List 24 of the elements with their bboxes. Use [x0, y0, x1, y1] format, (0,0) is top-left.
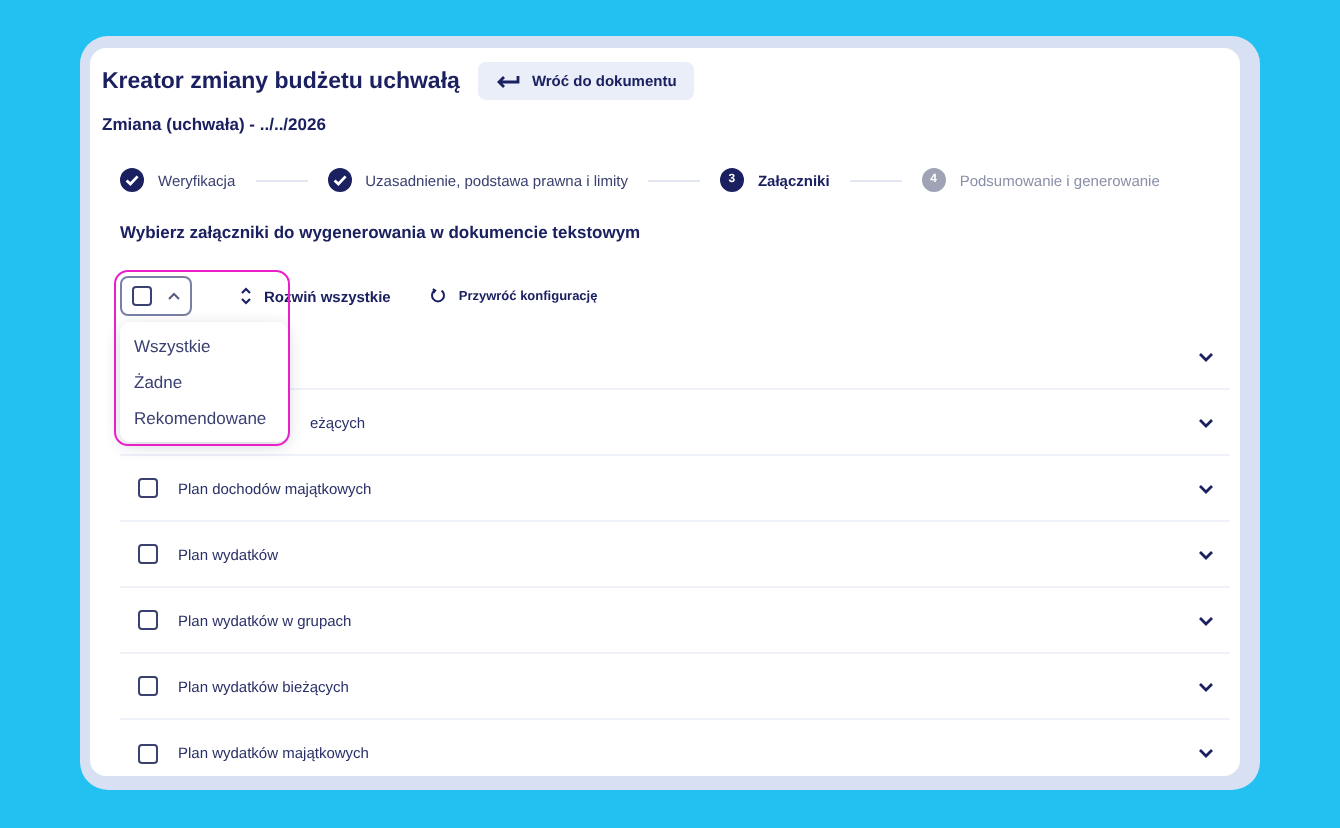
chevron-down-icon[interactable] [1198, 549, 1214, 559]
section-heading: Wybierz załączniki do wygenerowania w dokumencie tekstowym [120, 222, 643, 242]
checkbox[interactable] [138, 743, 158, 763]
menu-item[interactable]: Rekomendowane [120, 400, 288, 436]
checkbox[interactable] [138, 544, 158, 564]
chevron-down-icon[interactable] [1198, 681, 1214, 691]
select-dropdown[interactable] [120, 276, 192, 316]
checkbox[interactable] [138, 478, 158, 498]
page-title: Kreator zmiany budżetu uchwałą [102, 69, 460, 93]
checkbox[interactable] [138, 610, 158, 630]
refresh-icon [430, 288, 447, 304]
document-subtitle: Zmiana (uchwała) - ../../2026 [102, 114, 328, 134]
chevron-down-icon[interactable] [1198, 417, 1214, 427]
return-arrow-icon [495, 73, 520, 89]
chevron-down-icon[interactable] [1198, 351, 1214, 361]
checkbox[interactable] [132, 286, 152, 306]
menu-item[interactable]: Żadne [120, 364, 288, 400]
chevron-down-icon[interactable] [1198, 483, 1214, 493]
menu-item[interactable]: Wszystkie [120, 328, 288, 364]
caret-up-icon [168, 292, 180, 300]
chevron-down-icon[interactable] [1198, 615, 1214, 625]
checkbox[interactable] [138, 676, 158, 696]
expand-icon [240, 286, 252, 306]
chevron-down-icon[interactable] [1198, 748, 1214, 758]
